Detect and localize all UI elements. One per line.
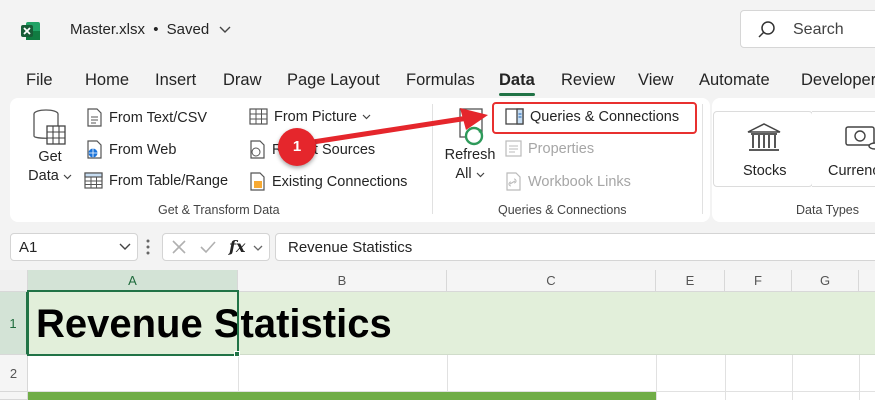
worksheet-grid: A B C E F G 1 2 Revenue Statistics	[0, 270, 875, 400]
grid-line	[792, 355, 793, 400]
get-data-button[interactable]: Get Data	[24, 108, 76, 186]
formula-input[interactable]: Revenue Statistics	[275, 233, 875, 261]
chevron-down-icon	[476, 172, 485, 178]
tab-formulas[interactable]: Formulas	[406, 71, 475, 90]
excel-logo-icon	[21, 22, 40, 40]
get-data-label-2: Data	[24, 167, 76, 186]
row-3-band	[28, 392, 656, 400]
refresh-label-2: All	[442, 165, 498, 184]
tab-file[interactable]: File	[26, 71, 53, 90]
save-status: Saved	[166, 21, 210, 38]
callout-arrow	[297, 108, 488, 147]
tab-review[interactable]: Review	[561, 71, 615, 90]
column-header-b[interactable]: B	[238, 270, 447, 292]
search-box[interactable]: Search	[740, 10, 875, 48]
table-icon	[84, 172, 103, 189]
column-header-g[interactable]: G	[792, 270, 859, 292]
tab-data[interactable]: Data	[499, 71, 535, 90]
currencies-button[interactable]: Currencies	[812, 111, 875, 187]
tab-insert[interactable]: Insert	[155, 71, 196, 90]
stocks-label: Stocks	[743, 163, 787, 179]
tab-view[interactable]: View	[638, 71, 673, 90]
grid-line	[725, 355, 726, 400]
web-file-icon	[87, 140, 102, 159]
grid-line	[859, 355, 860, 400]
row-header-1[interactable]: 1	[0, 292, 28, 355]
select-all-corner[interactable]	[0, 270, 28, 292]
bank-building-icon	[747, 123, 781, 151]
properties-button[interactable]: Properties	[505, 140, 594, 157]
formula-bar: A1 fx Revenue Statistics	[0, 230, 875, 264]
chevron-down-icon	[119, 243, 131, 250]
properties-label: Properties	[528, 140, 595, 157]
ribbon-separator	[702, 104, 703, 214]
filename: Master.xlsx	[70, 21, 146, 38]
document-title[interactable]: Master.xlsx • Saved	[70, 21, 231, 38]
row-header-2[interactable]: 2	[0, 355, 28, 392]
more-options-icon[interactable]	[145, 238, 151, 256]
existing-connections-icon	[250, 172, 265, 191]
fill-handle[interactable]	[234, 351, 240, 357]
from-web-button[interactable]: From Web	[86, 140, 176, 159]
column-header-f[interactable]: F	[725, 270, 792, 292]
workbook-links-label: Workbook Links	[528, 173, 631, 190]
get-data-label-1: Get	[38, 149, 62, 165]
workbook-links-icon	[506, 172, 521, 191]
picture-table-icon	[249, 108, 268, 125]
title-separator: •	[153, 21, 159, 38]
cancel-icon[interactable]	[171, 239, 187, 255]
recent-sources-icon	[250, 140, 265, 159]
tab-page-layout[interactable]: Page Layout	[287, 71, 380, 90]
from-table-range-button[interactable]: From Table/Range	[84, 172, 228, 189]
row-header-3[interactable]	[0, 392, 28, 400]
stocks-button[interactable]: Stocks	[713, 111, 813, 187]
database-table-icon	[33, 109, 66, 145]
column-header-a[interactable]: A	[28, 270, 238, 292]
formula-value: Revenue Statistics	[288, 239, 413, 256]
step-number-badge: 1	[278, 128, 316, 166]
ribbon-tabs: File Home Insert Draw Page Layout Formul…	[0, 68, 875, 96]
chevron-down-icon	[219, 26, 231, 34]
title-bar: Master.xlsx • Saved Search	[0, 0, 875, 62]
from-web-label: From Web	[109, 141, 177, 158]
currencies-label: Currencies	[828, 163, 875, 179]
name-box[interactable]: A1	[10, 233, 138, 261]
existing-connections-button[interactable]: Existing Connections	[249, 172, 407, 191]
tab-automate[interactable]: Automate	[699, 71, 770, 90]
search-label: Search	[793, 21, 844, 38]
column-header-c[interactable]: C	[447, 270, 656, 292]
formula-actions: fx	[162, 233, 270, 261]
from-text-csv-button[interactable]: From Text/CSV	[86, 108, 207, 127]
group-label-queries: Queries & Connections	[498, 203, 627, 217]
search-icon	[758, 21, 775, 38]
tab-developer[interactable]: Developer	[801, 71, 875, 90]
text-file-icon	[87, 108, 102, 127]
from-table-range-label: From Table/Range	[109, 172, 229, 189]
tab-draw[interactable]: Draw	[223, 71, 262, 90]
active-tab-indicator	[499, 93, 535, 96]
tab-home[interactable]: Home	[85, 71, 129, 90]
grid-line	[656, 355, 657, 400]
existing-connections-label: Existing Connections	[272, 173, 408, 190]
group-label-data-types: Data Types	[796, 203, 860, 217]
name-box-value: A1	[19, 239, 38, 256]
chevron-down-icon[interactable]	[253, 245, 263, 252]
queries-connections-highlight	[492, 102, 697, 134]
cell-a1-selection[interactable]	[27, 290, 239, 356]
enter-check-icon[interactable]	[199, 239, 217, 255]
column-header-e[interactable]: E	[656, 270, 725, 292]
column-header-h[interactable]	[859, 270, 875, 292]
grid-line	[447, 355, 448, 392]
group-label-get-transform: Get & Transform Data	[158, 203, 280, 217]
grid-line	[238, 355, 239, 392]
chevron-down-icon	[63, 174, 72, 180]
currency-icon	[845, 126, 875, 150]
from-text-csv-label: From Text/CSV	[109, 109, 208, 126]
insert-function-button[interactable]: fx	[229, 237, 245, 256]
workbook-links-button[interactable]: Workbook Links	[505, 172, 631, 191]
